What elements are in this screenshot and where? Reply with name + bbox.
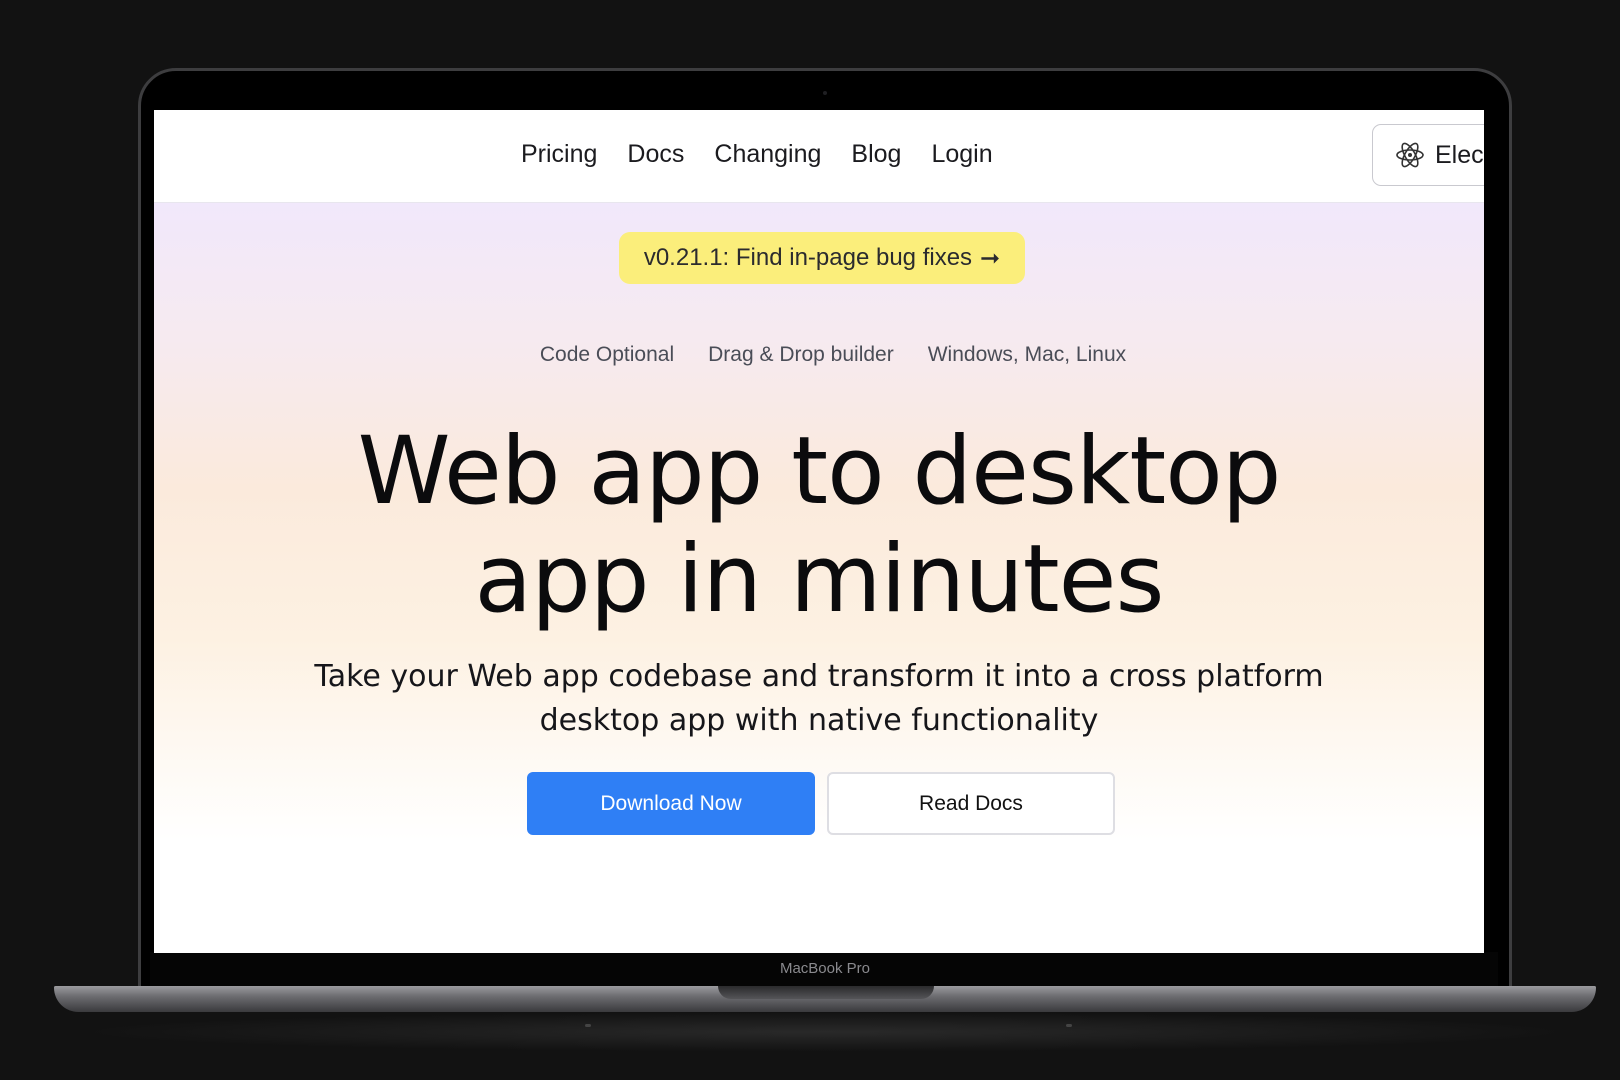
- laptop-notch: [718, 986, 934, 999]
- laptop-foot-left: [585, 1024, 591, 1027]
- announcement-text: v0.21.1: Find in-page bug fixes: [643, 244, 973, 271]
- nav-link-changing[interactable]: Changing: [714, 140, 821, 169]
- nav-link-pricing[interactable]: Pricing: [521, 140, 597, 169]
- electron-icon: [1396, 142, 1424, 168]
- laptop-foot-right: [1066, 1024, 1072, 1027]
- read-docs-button[interactable]: Read Docs: [827, 772, 1115, 835]
- headline-line-1: Web app to desktop: [357, 417, 1282, 526]
- electron-button[interactable]: Elec: [1372, 124, 1484, 186]
- device-shadow: [70, 1012, 1580, 1052]
- subtitle-line-2: desktop app with native functionality: [539, 703, 1099, 738]
- nav-link-login[interactable]: Login: [931, 140, 992, 169]
- announcement-banner[interactable]: v0.21.1: Find in-page bug fixes ➞: [619, 232, 1025, 284]
- nav-link-docs[interactable]: Docs: [627, 140, 684, 169]
- feature-item: Windows, Mac, Linux: [927, 343, 1127, 366]
- device-mockup: MacBook Pro Pricing Docs Changing Blog L…: [0, 0, 1620, 1080]
- page-title: Web app to desktop app in minutes: [154, 418, 1484, 634]
- arrow-right-icon: ➞: [980, 244, 1001, 272]
- download-now-button[interactable]: Download Now: [527, 772, 815, 835]
- hero-subtitle: Take your Web app codebase and transform…: [294, 655, 1344, 743]
- screen: Pricing Docs Changing Blog Login Elec v0…: [154, 110, 1484, 953]
- camera-dot: [823, 91, 827, 95]
- device-model-label: MacBook Pro: [779, 960, 871, 977]
- hero-section: v0.21.1: Find in-page bug fixes ➞ Code O…: [154, 203, 1484, 953]
- feature-item: Code Optional: [539, 343, 675, 366]
- feature-list: Code Optional Drag & Drop builder Window…: [154, 343, 1484, 367]
- nav-links: Pricing Docs Changing Blog Login: [521, 140, 993, 169]
- feature-item: Drag & Drop builder: [708, 343, 894, 366]
- electron-button-label: Elec: [1435, 140, 1484, 169]
- top-nav: Pricing Docs Changing Blog Login Elec: [154, 110, 1484, 203]
- nav-link-blog[interactable]: Blog: [851, 140, 901, 169]
- headline-line-2: app in minutes: [474, 525, 1165, 634]
- subtitle-line-1: Take your Web app codebase and transform…: [314, 659, 1324, 694]
